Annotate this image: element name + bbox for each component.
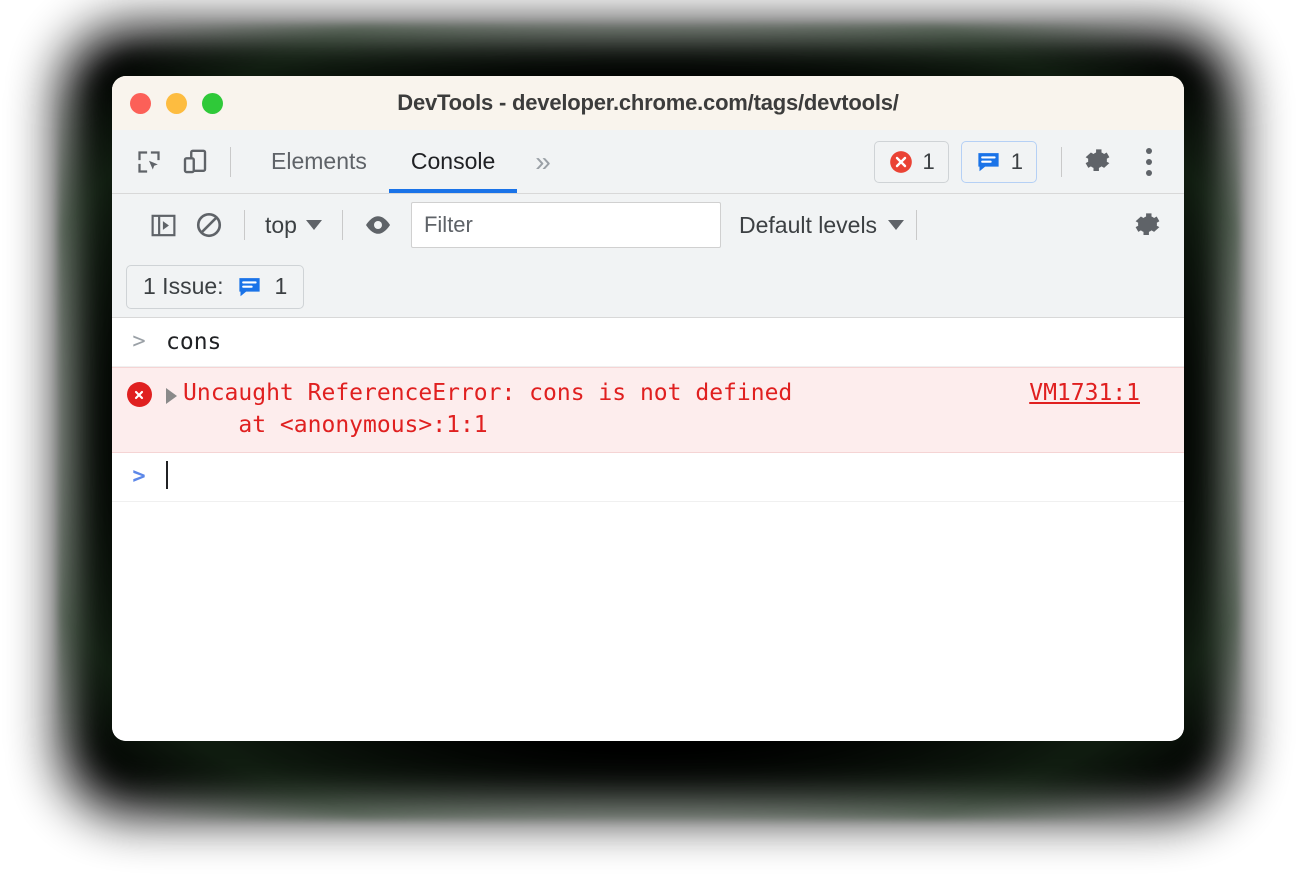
console-toolbar-right [1110,202,1184,248]
error-circle-icon-row [126,382,152,407]
inspect-element-icon[interactable] [126,139,172,185]
issue-speech-bubble-icon-small [238,278,260,297]
device-toolbar-icon[interactable] [172,139,218,185]
tab-elements-label: Elements [271,148,367,174]
error-icon-cell [112,377,166,407]
execution-context-selector[interactable]: top [257,212,330,239]
issue-count-label: 1 [1010,148,1023,174]
devtools-window: DevTools - developer.chrome.com/tags/dev… [112,76,1184,741]
tab-elements[interactable]: Elements [249,130,389,193]
console-prompt-entry[interactable]: > [112,453,1184,502]
clear-console-icon[interactable] [186,202,232,248]
maximize-window-button[interactable] [202,92,223,114]
filter-input[interactable] [410,202,721,248]
kebab-menu-icon[interactable] [1128,139,1170,185]
chevron-down-icon-levels [888,220,905,230]
error-source-link[interactable]: VM1731:1 [1029,377,1184,409]
console-toolbar: top Default levels [112,194,1184,256]
chevron-down-icon [305,220,322,230]
issue-count-button[interactable]: 1 [960,140,1037,183]
toolbar-divider-2 [1061,146,1062,177]
issue-speech-bubble-icon [978,153,999,172]
console-error-entry[interactable]: Uncaught ReferenceError: cons is not def… [112,367,1184,453]
main-toolbar: Elements Console » 1 1 [112,130,1184,194]
minimize-window-button[interactable] [166,92,187,114]
console-settings-gear-icon[interactable] [1124,202,1170,248]
error-message-line1: Uncaught ReferenceError: cons is not def… [183,380,793,406]
error-expand-triangle-icon[interactable] [166,388,177,404]
screenshot-canvas: DevTools - developer.chrome.com/tags/dev… [0,0,1296,890]
input-prompt-icon: > [132,329,146,354]
panel-tabs: Elements Console » [249,130,569,193]
main-toolbar-right: 1 1 [873,139,1185,185]
issues-bar: 1 Issue: 1 [112,256,1184,318]
error-count-button[interactable]: 1 [873,140,949,183]
gear-icon[interactable] [1074,139,1120,185]
console-toolbar-divider-3 [916,210,918,240]
more-tabs-icon[interactable]: » [517,130,569,193]
issues-summary-label: 1 Issue: [143,273,224,299]
console-toolbar-divider-1 [244,210,245,240]
live-expression-icon[interactable] [355,202,401,248]
console-message-list[interactable]: > cons Uncaught ReferenceError: cons is … [112,318,1184,741]
tab-console-label: Console [410,148,496,174]
console-prompt-input[interactable] [166,461,168,493]
error-count-label: 1 [922,148,935,174]
console-input-text: cons [166,329,222,355]
traffic-lights [130,92,223,114]
window-title: DevTools - developer.chrome.com/tags/dev… [397,90,899,115]
toolbar-divider [230,146,231,177]
text-cursor [166,461,168,489]
console-sidebar-icon[interactable] [140,202,186,248]
error-message-text: Uncaught ReferenceError: cons is not def… [183,377,1029,441]
error-circle-icon [889,150,912,173]
close-window-button[interactable] [130,92,151,114]
active-prompt-icon: > [132,464,146,489]
titlebar: DevTools - developer.chrome.com/tags/dev… [112,76,1184,130]
more-tabs-label: » [535,145,551,177]
tab-console[interactable]: Console [388,130,518,193]
error-message-stack: at <anonymous>:1:1 [183,412,488,438]
execution-context-label: top [265,211,297,238]
issues-summary-count: 1 [274,273,288,299]
console-input-entry: > cons [112,318,1184,367]
issues-summary-button[interactable]: 1 Issue: 1 [126,264,305,309]
log-levels-label: Default levels [738,211,878,238]
log-levels-selector[interactable]: Default levels [738,211,905,239]
console-toolbar-divider-2 [341,210,343,240]
